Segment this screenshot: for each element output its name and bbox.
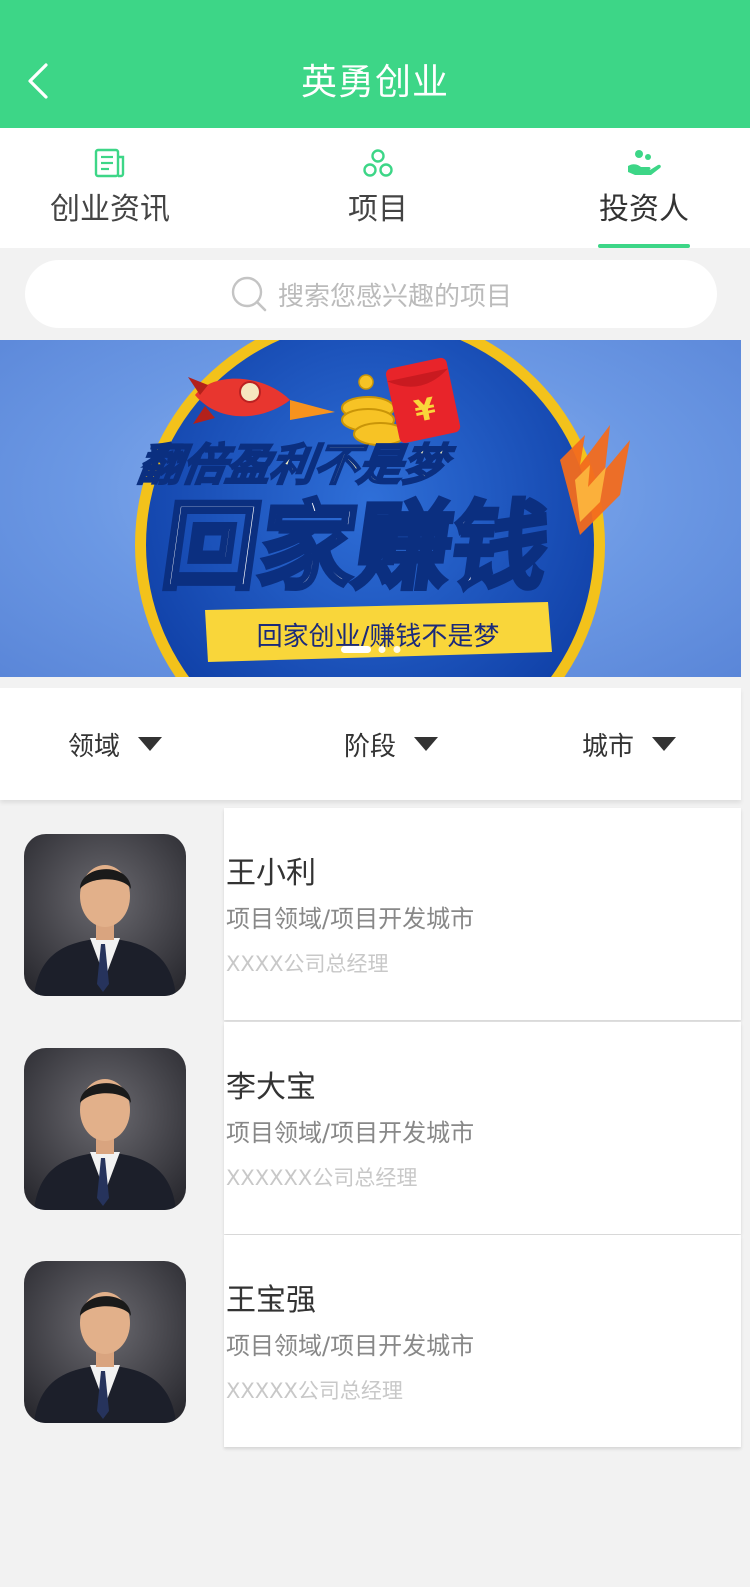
filter-label: 阶段 — [344, 731, 397, 762]
filter-stage[interactable]: 阶段 — [344, 688, 439, 800]
search-bar: 搜索您感兴趣的项目 — [0, 248, 750, 340]
tab-startup-news[interactable]: 创业资讯 — [40, 128, 180, 248]
filter-bar: 领域 阶段 城市 — [0, 688, 741, 800]
tab-label: 投资人 — [599, 192, 689, 227]
avatar — [24, 1261, 186, 1423]
investor-field: 项目领域/项目开发城市 — [226, 905, 475, 933]
caret-down-icon — [652, 737, 677, 751]
investor-name: 李大宝 — [226, 1070, 316, 1105]
pagination-dot-active — [341, 646, 371, 653]
filter-domain[interactable]: 领域 — [68, 688, 163, 800]
page-title: 英勇创业 — [300, 62, 449, 103]
investor-info: 李大宝 项目领域/项目开发城市 XXXXXX公司总经理 — [224, 1022, 741, 1234]
search-placeholder: 搜索您感兴趣的项目 — [277, 281, 512, 312]
app-header: 英勇创业 — [0, 0, 750, 128]
investor-company: XXXXX公司总经理 — [226, 1379, 403, 1403]
top-tab-bar: 创业资讯 项目 投资人 — [0, 128, 750, 248]
investor-name: 王小利 — [226, 856, 316, 891]
filter-label: 城市 — [582, 731, 635, 762]
investor-icon — [628, 150, 661, 175]
banner-artwork: ¥ 翻倍盈利不是梦 回家赚钱 回家创业/赚钱不是梦 — [134, 340, 630, 677]
pagination-dot — [378, 646, 386, 653]
banner-ribbon-text: 回家创业/赚钱不是梦 — [257, 622, 500, 652]
banner-headline-small: 翻倍盈利不是梦 — [135, 440, 457, 491]
investor-company: XXXXXX公司总经理 — [226, 1166, 418, 1190]
investor-card[interactable]: 李大宝 项目领域/项目开发城市 XXXXXX公司总经理 — [0, 1022, 741, 1234]
tab-investors[interactable]: 投资人 — [584, 128, 704, 248]
promo-banner[interactable]: ¥ 翻倍盈利不是梦 回家赚钱 回家创业/赚钱不是梦 — [0, 340, 741, 677]
tab-label: 创业资讯 — [50, 192, 170, 227]
investor-info: 王宝强 项目领域/项目开发城市 XXXXX公司总经理 — [224, 1235, 741, 1447]
avatar — [24, 1048, 186, 1210]
filter-label: 领域 — [68, 731, 121, 762]
project-icon — [363, 149, 393, 177]
tab-label: 项目 — [348, 192, 408, 227]
banner-headline-big: 回家赚钱 — [156, 490, 556, 602]
search-input[interactable]: 搜索您感兴趣的项目 — [25, 260, 717, 328]
investor-field: 项目领域/项目开发城市 — [226, 1119, 475, 1147]
investor-card[interactable]: 王宝强 项目领域/项目开发城市 XXXXX公司总经理 — [0, 1235, 741, 1447]
investor-company: XXXX公司总经理 — [226, 952, 389, 976]
pagination-dot — [393, 646, 401, 653]
investor-field: 项目领域/项目开发城市 — [226, 1332, 475, 1360]
filter-city[interactable]: 城市 — [582, 688, 677, 800]
news-icon — [94, 148, 125, 178]
investor-info: 王小利 项目领域/项目开发城市 XXXX公司总经理 — [224, 808, 741, 1020]
search-icon — [231, 276, 267, 312]
tab-projects[interactable]: 项目 — [318, 128, 438, 248]
caret-down-icon — [414, 737, 439, 751]
investor-name: 王宝强 — [226, 1283, 316, 1318]
caret-down-icon — [138, 737, 163, 751]
avatar — [24, 834, 186, 996]
investor-card[interactable]: 王小利 项目领域/项目开发城市 XXXX公司总经理 — [0, 808, 741, 1020]
